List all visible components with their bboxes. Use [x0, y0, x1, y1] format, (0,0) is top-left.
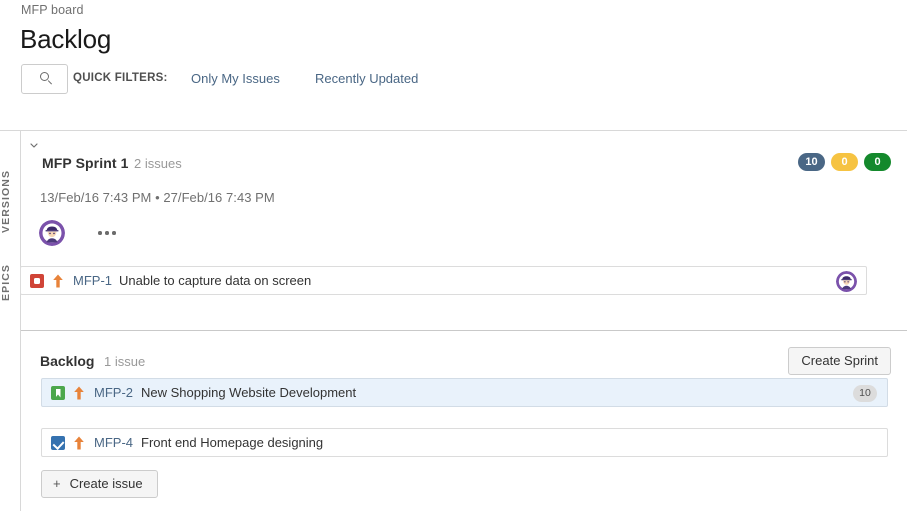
- table-row[interactable]: MFP-2 New Shopping Website Development 1…: [41, 378, 888, 407]
- sprint-name[interactable]: MFP Sprint 1: [42, 155, 129, 171]
- issue-summary: New Shopping Website Development: [141, 385, 357, 400]
- issue-key-link[interactable]: MFP-2: [94, 385, 133, 400]
- priority-up-arrow-icon: [73, 385, 87, 401]
- table-row[interactable]: MFP-1 Unable to capture data on screen: [20, 266, 867, 295]
- page-title: Backlog: [20, 24, 112, 54]
- issue-key-link[interactable]: MFP-1: [73, 273, 112, 288]
- sprint-issue-count: 2 issues: [134, 156, 182, 171]
- done-count-badge: 0: [864, 153, 891, 171]
- sprint-section: MFP Sprint 1 2 issues 13/Feb/16 7:43 PM …: [21, 131, 907, 330]
- sprint-status-badges: 10 0 0: [798, 153, 891, 171]
- rail-tab-epics[interactable]: EPICS: [0, 231, 21, 301]
- bug-icon: [30, 274, 44, 288]
- search-icon: [40, 72, 49, 81]
- inprogress-count-badge: 0: [831, 153, 858, 171]
- chevron-down-icon[interactable]: [27, 140, 41, 154]
- issue-summary: Unable to capture data on screen: [119, 273, 312, 288]
- todo-count-badge: 10: [798, 153, 825, 171]
- sprint-dates: 13/Feb/16 7:43 PM • 27/Feb/16 7:43 PM: [40, 190, 275, 205]
- search-input[interactable]: [21, 64, 68, 94]
- issue-summary: Front end Homepage designing: [141, 435, 324, 450]
- task-icon: [51, 436, 65, 450]
- estimate-badge: 10: [853, 385, 877, 402]
- priority-up-arrow-icon: [73, 435, 87, 451]
- create-issue-label: Create issue: [69, 476, 143, 491]
- quick-filters-label: QUICK FILTERS:: [73, 72, 168, 84]
- create-issue-button[interactable]: + Create issue: [41, 470, 158, 498]
- more-options-icon[interactable]: [98, 227, 124, 239]
- rail-tab-versions[interactable]: VERSIONS: [0, 143, 21, 233]
- page-header: MFP board Backlog QUICK FILTERS: Only My…: [0, 0, 907, 130]
- avatar[interactable]: [39, 220, 65, 246]
- left-panel-rail: VERSIONS EPICS: [0, 131, 21, 511]
- priority-up-arrow-icon: [52, 273, 66, 289]
- story-icon: [51, 386, 65, 400]
- create-sprint-button[interactable]: Create Sprint: [788, 347, 891, 375]
- breadcrumb[interactable]: MFP board: [21, 3, 84, 17]
- plus-icon: +: [53, 476, 61, 491]
- table-row[interactable]: MFP-4 Front end Homepage designing: [41, 428, 888, 457]
- backlog-issue-count: 1 issue: [104, 354, 146, 369]
- backlog-section: Backlog 1 issue Create Sprint MFP-2 New …: [21, 331, 907, 511]
- quick-filter-recently-updated[interactable]: Recently Updated: [315, 71, 418, 86]
- avatar[interactable]: [836, 271, 857, 292]
- quick-filter-only-my-issues[interactable]: Only My Issues: [191, 71, 280, 86]
- issue-key-link[interactable]: MFP-4: [94, 435, 133, 450]
- backlog-title: Backlog: [40, 353, 95, 369]
